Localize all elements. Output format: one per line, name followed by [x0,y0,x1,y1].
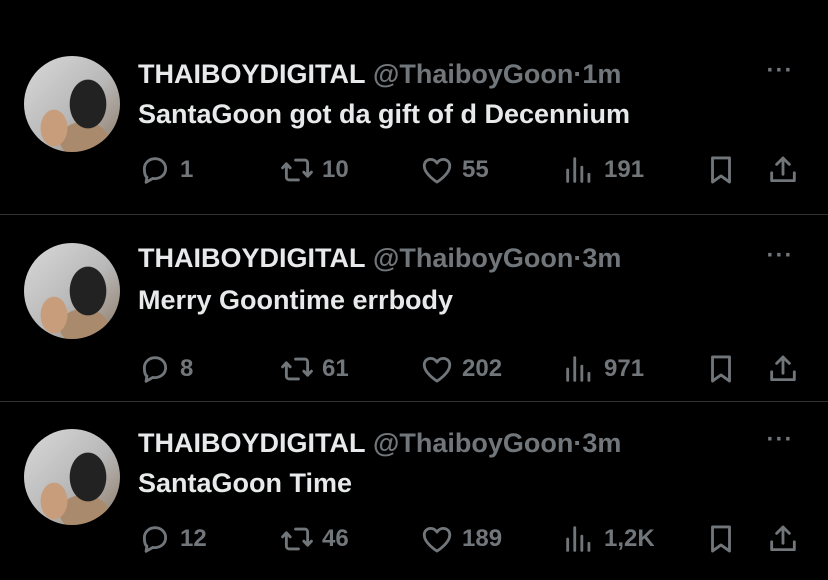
like-button[interactable]: 189 [420,519,502,559]
tweet-text: SantaGoon Time [138,468,353,498]
timestamp[interactable]: 3m [582,243,621,273]
timestamp[interactable]: 3m [582,428,621,458]
tweet[interactable]: THAIBOYDIGITAL @ThaiboyGoon·3m ··· Merry… [0,215,828,402]
repost-icon [281,357,313,381]
share-button[interactable] [766,519,800,559]
repost-count: 10 [322,156,349,183]
avatar[interactable] [24,243,120,339]
views-button[interactable]: 191 [562,150,644,190]
like-count: 189 [462,525,503,552]
like-icon [422,157,452,184]
share-icon [770,156,796,183]
tweet-header: THAIBOYDIGITAL @ThaiboyGoon·1m [138,57,718,91]
views-button[interactable]: 971 [562,349,644,389]
share-icon [770,525,796,552]
repost-button[interactable]: 61 [280,349,349,389]
reply-button[interactable]: 12 [138,519,207,559]
views-icon [566,157,591,183]
tweet-header: THAIBOYDIGITAL @ThaiboyGoon·3m [138,426,718,460]
bookmark-button[interactable] [704,519,738,559]
share-button[interactable] [766,349,800,389]
repost-button[interactable]: 10 [280,150,349,190]
timestamp[interactable]: 1m [582,59,621,89]
user-handle[interactable]: @ThaiboyGoon [373,243,573,273]
separator-dot: · [573,243,583,273]
like-button[interactable]: 202 [420,349,502,389]
user-handle[interactable]: @ThaiboyGoon [373,428,573,458]
more-icon[interactable]: ··· [762,244,798,268]
views-count: 191 [604,156,645,183]
avatar[interactable] [24,429,120,525]
repost-count: 46 [322,525,349,552]
like-icon [422,526,452,553]
reply-count: 8 [180,355,194,382]
timeline: THAIBOYDIGITAL @ThaiboyGoon·1m ··· Santa… [0,0,828,580]
bookmark-icon [711,156,731,184]
views-count: 1,2K [604,525,655,552]
bookmark-icon [711,355,731,383]
bookmark-button[interactable] [704,349,738,389]
reply-icon [142,157,168,184]
views-icon [566,526,591,552]
repost-count: 61 [322,355,349,382]
display-name[interactable]: THAIBOYDIGITAL [138,243,365,273]
tweet-actions: 8 61 202 971 [138,349,808,389]
share-icon [770,355,796,382]
tweet[interactable]: THAIBOYDIGITAL @ThaiboyGoon·3m ··· Santa… [0,402,828,580]
reply-count: 1 [180,156,194,183]
views-count: 971 [604,355,645,382]
bookmark-icon [711,525,731,553]
more-icon[interactable]: ··· [762,428,798,452]
views-button[interactable]: 1,2K [562,519,655,559]
reply-button[interactable]: 8 [138,349,193,389]
repost-icon [281,527,313,551]
more-icon[interactable]: ··· [762,59,798,83]
avatar[interactable] [24,56,120,152]
like-icon [422,356,452,383]
separator-dot: · [573,428,583,458]
reply-icon [142,526,168,553]
separator-dot: · [573,59,583,89]
tweet-text: SantaGoon got da gift of d Decennium [138,99,630,129]
views-icon [566,356,591,382]
reply-icon [142,356,168,383]
tweet-text: Merry Goontime errbody [138,285,454,315]
tweet-header: THAIBOYDIGITAL @ThaiboyGoon·3m [138,241,718,275]
tweet-actions: 12 46 189 1,2K [138,519,808,559]
share-button[interactable] [766,150,800,190]
display-name[interactable]: THAIBOYDIGITAL [138,59,365,89]
user-handle[interactable]: @ThaiboyGoon [373,59,573,89]
repost-icon [281,158,313,182]
like-count: 202 [462,355,503,382]
reply-count: 12 [180,525,207,552]
repost-button[interactable]: 46 [280,519,349,559]
bookmark-button[interactable] [704,150,738,190]
tweet[interactable]: THAIBOYDIGITAL @ThaiboyGoon·1m ··· Santa… [0,0,828,215]
like-count: 55 [462,156,489,183]
tweet-actions: 1 10 55 191 [138,150,808,190]
display-name[interactable]: THAIBOYDIGITAL [138,428,365,458]
like-button[interactable]: 55 [420,150,489,190]
reply-button[interactable]: 1 [138,150,193,190]
